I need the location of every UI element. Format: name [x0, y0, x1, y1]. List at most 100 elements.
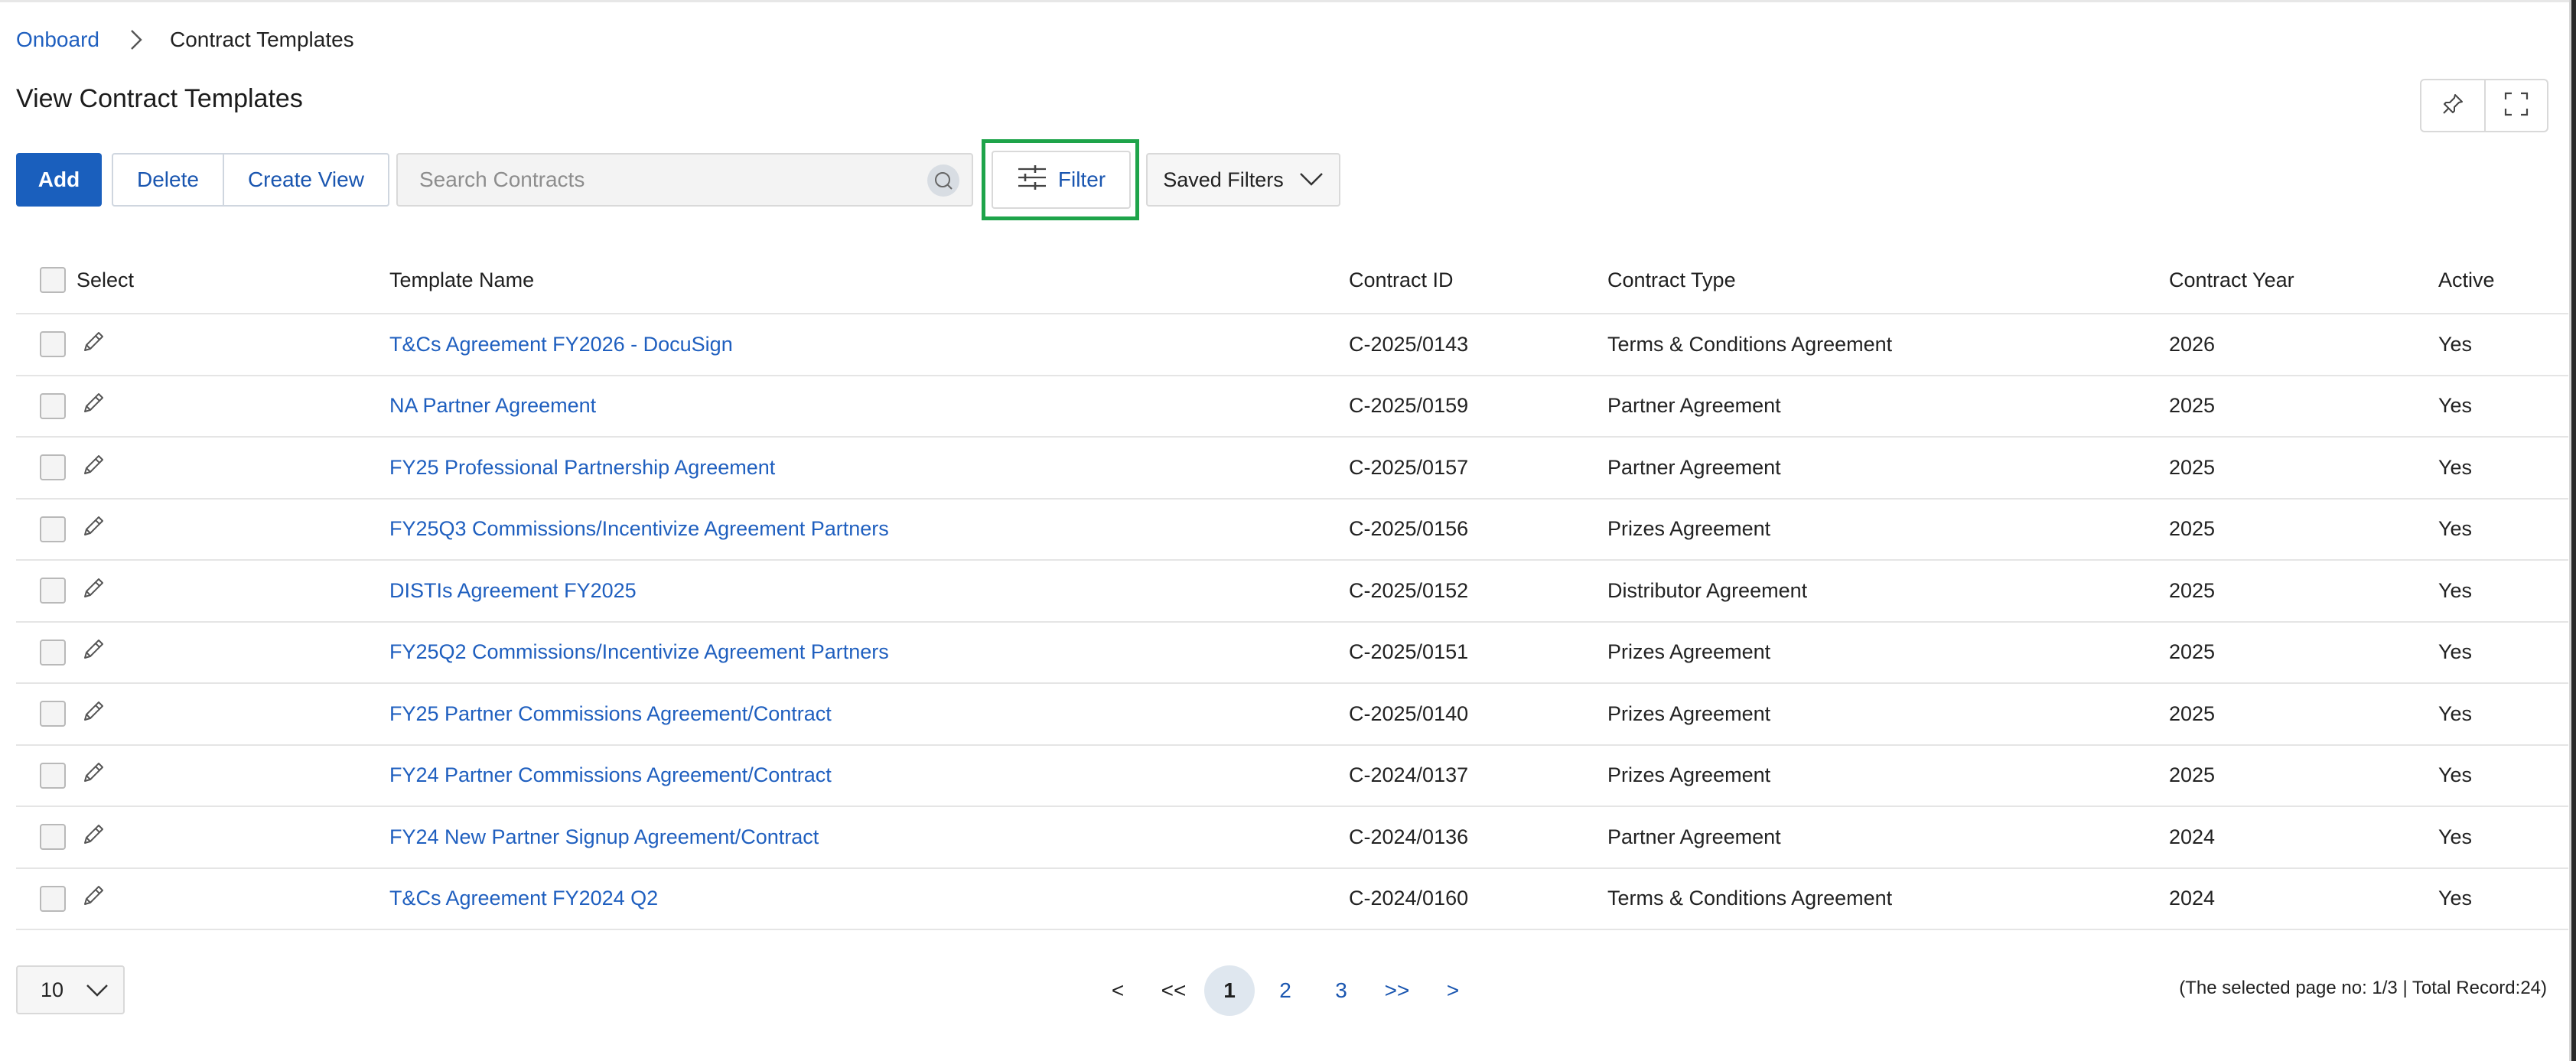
template-name-link[interactable]: T&Cs Agreement FY2026 - DocuSign	[389, 314, 733, 375]
template-name-link[interactable]: FY25Q2 Commissions/Incentivize Agreement…	[389, 623, 889, 683]
contract-type-cell: Partner Agreement	[1607, 825, 1781, 848]
page-size-value: 10	[41, 978, 64, 1001]
search-input[interactable]	[419, 164, 909, 196]
sliders-icon	[1017, 164, 1047, 196]
template-name-link[interactable]: DISTIs Agreement FY2025	[389, 561, 637, 621]
row-edit-button[interactable]	[80, 314, 106, 375]
row-checkbox[interactable]	[40, 762, 66, 789]
row-edit-button[interactable]	[80, 869, 106, 929]
row-checkbox[interactable]	[40, 516, 66, 542]
row-select-cell	[40, 438, 66, 498]
pencil-icon	[80, 575, 106, 607]
contract-id-cell: C-2025/0140	[1349, 701, 1469, 725]
row-edit-button[interactable]	[80, 376, 106, 437]
row-checkbox[interactable]	[40, 701, 66, 727]
pencil-icon	[80, 329, 106, 360]
contract-type-cell: Partner Agreement	[1607, 455, 1781, 479]
row-checkbox[interactable]	[40, 331, 66, 358]
pin-button[interactable]	[2421, 80, 2484, 131]
search-icon[interactable]	[927, 164, 959, 197]
pencil-icon	[80, 452, 106, 483]
create-view-button[interactable]: Create View	[222, 155, 388, 205]
row-select-cell	[40, 561, 66, 621]
table-row: NA Partner Agreement C-2025/0159 Partner A…	[16, 376, 2568, 438]
contract-id-cell: C-2025/0152	[1349, 578, 1469, 602]
contract-id-cell: C-2024/0137	[1349, 763, 1469, 787]
column-header-contract-year[interactable]: Contract Year	[2169, 247, 2294, 313]
column-header-template-name[interactable]: Template Name	[389, 247, 534, 313]
contract-id-cell: C-2025/0156	[1349, 517, 1469, 541]
next-page-button[interactable]: >	[1428, 965, 1478, 1016]
template-name-link[interactable]: FY25 Professional Partnership Agreement	[389, 438, 775, 498]
row-edit-button[interactable]	[80, 746, 106, 806]
template-name-link[interactable]: FY25 Partner Commissions Agreement/Contr…	[389, 684, 832, 744]
contract-type-cell: Prizes Agreement	[1607, 763, 1771, 787]
breadcrumb-current: Contract Templates	[169, 28, 354, 51]
column-header-contract-id[interactable]: Contract ID	[1349, 247, 1454, 313]
contract-year-cell: 2026	[2169, 332, 2216, 356]
template-name-link[interactable]: FY24 New Partner Signup Agreement/Contra…	[389, 807, 819, 867]
first-page-button[interactable]: <<	[1148, 965, 1199, 1016]
column-header-contract-type[interactable]: Contract Type	[1607, 247, 1736, 313]
table-row: FY24 New Partner Signup Agreement/Contra…	[16, 807, 2568, 869]
last-page-button[interactable]: >>	[1372, 965, 1422, 1016]
page-2-button[interactable]: 2	[1260, 965, 1311, 1016]
top-divider	[0, 0, 2576, 2]
active-cell: Yes	[2438, 640, 2473, 664]
toolbar: Add Delete Create View Filter Saved Filt…	[16, 139, 1546, 220]
pencil-icon	[80, 513, 106, 545]
active-cell: Yes	[2438, 517, 2473, 541]
breadcrumb-onboard-link[interactable]: Onboard	[16, 28, 99, 52]
template-name-link[interactable]: FY25Q3 Commissions/Incentivize Agreement…	[389, 500, 889, 560]
window-edge	[2571, 0, 2576, 1061]
row-edit-button[interactable]	[80, 623, 106, 683]
row-edit-button[interactable]	[80, 500, 106, 560]
contract-type-cell: Terms & Conditions Agreement	[1607, 332, 1893, 356]
row-edit-button[interactable]	[80, 807, 106, 867]
row-select-cell	[40, 376, 66, 437]
contract-type-cell: Distributor Agreement	[1607, 578, 1808, 602]
column-header-active[interactable]: Active	[2438, 247, 2495, 313]
table-row: FY25Q3 Commissions/Incentivize Agreement…	[16, 500, 2568, 561]
row-checkbox[interactable]	[40, 392, 66, 419]
page-title: View Contract Templates	[16, 84, 303, 113]
row-edit-button[interactable]	[80, 684, 106, 744]
template-name-link[interactable]: NA Partner Agreement	[389, 376, 596, 437]
row-checkbox[interactable]	[40, 454, 66, 481]
row-select-cell	[40, 684, 66, 744]
fullscreen-button[interactable]	[2484, 80, 2547, 131]
page-size-select[interactable]: 10	[16, 965, 125, 1014]
active-cell: Yes	[2438, 825, 2473, 848]
delete-button[interactable]: Delete	[113, 155, 223, 205]
row-checkbox[interactable]	[40, 578, 66, 604]
saved-filters-dropdown[interactable]: Saved Filters	[1146, 153, 1340, 207]
row-edit-button[interactable]	[80, 561, 106, 621]
select-all-checkbox[interactable]	[40, 267, 66, 293]
row-select-cell	[40, 807, 66, 867]
chevron-right-icon	[121, 26, 151, 54]
row-checkbox[interactable]	[40, 824, 66, 851]
page-1-button[interactable]: 1	[1204, 965, 1255, 1016]
breadcrumb: Onboard Contract Templates	[16, 26, 354, 54]
filter-button[interactable]: Filter	[992, 151, 1131, 209]
contract-id-cell: C-2025/0151	[1349, 640, 1469, 664]
contract-type-cell: Partner Agreement	[1607, 394, 1781, 418]
active-cell: Yes	[2438, 701, 2473, 725]
active-cell: Yes	[2438, 332, 2473, 356]
pencil-icon	[80, 883, 106, 914]
row-select-cell	[40, 314, 66, 375]
contract-type-cell: Prizes Agreement	[1607, 517, 1771, 541]
pin-icon	[2441, 92, 2465, 120]
pencil-icon	[80, 636, 106, 668]
template-name-link[interactable]: T&Cs Agreement FY2024 Q2	[389, 869, 658, 929]
table-body: T&Cs Agreement FY2026 - DocuSign C-2025/0…	[16, 314, 2568, 930]
template-name-link[interactable]: FY24 Partner Commissions Agreement/Contr…	[389, 746, 832, 806]
row-checkbox[interactable]	[40, 639, 66, 666]
add-button[interactable]: Add	[16, 153, 102, 207]
page-3-button[interactable]: 3	[1316, 965, 1366, 1016]
contract-type-cell: Prizes Agreement	[1607, 640, 1771, 664]
row-edit-button[interactable]	[80, 438, 106, 498]
row-checkbox[interactable]	[40, 885, 66, 912]
prev-page-button[interactable]: <	[1093, 965, 1143, 1016]
pencil-icon	[80, 390, 106, 421]
